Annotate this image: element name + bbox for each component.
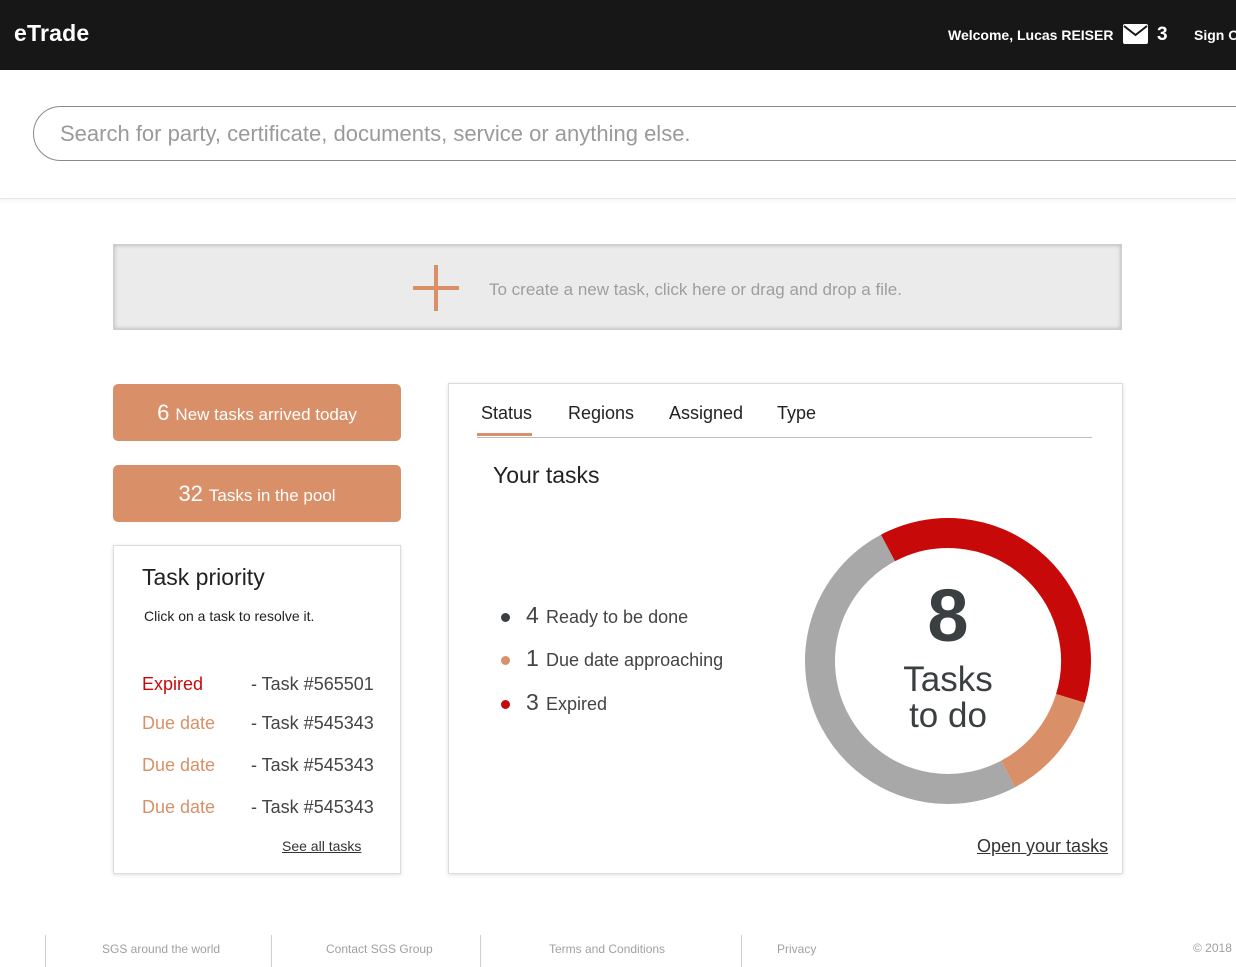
priority-row-due[interactable]: Due date - Task #545343 (142, 755, 392, 779)
tasks-in-pool-button[interactable]: 32 Tasks in the pool (113, 465, 401, 522)
tab-status[interactable]: Status (481, 403, 532, 424)
legend-label: Expired (546, 694, 608, 714)
pool-count: 32 (178, 481, 203, 506)
mail-icon[interactable] (1123, 24, 1148, 44)
task-priority-card: Task priority Click on a task to resolve… (113, 545, 401, 874)
new-task-dropzone[interactable]: To create a new task, click here or drag… (113, 244, 1122, 330)
tasks-status-panel: Status Regions Assigned Type Your tasks … (448, 383, 1123, 874)
see-all-tasks-link[interactable]: See all tasks (282, 838, 361, 854)
priority-row-label: Due date (142, 797, 216, 817)
priority-row-label: Due date (142, 713, 216, 733)
priority-row-task: - Task #565501 (251, 674, 374, 694)
legend-label: Ready to be done (546, 607, 689, 627)
task-priority-title: Task priority (142, 564, 265, 590)
tab-regions[interactable]: Regions (568, 403, 634, 424)
footer-link-privacy[interactable]: Privacy (777, 942, 816, 956)
legend-dot (501, 700, 510, 709)
top-bar: eTrade Welcome, Lucas REISER 3 Sign Out (0, 0, 1236, 70)
panel-tabs: Status Regions Assigned Type (477, 384, 1092, 438)
your-tasks-title: Your tasks (493, 462, 600, 488)
priority-row-expired[interactable]: Expired - Task #565501 (142, 674, 392, 698)
new-tasks-label: New tasks arrived today (175, 405, 357, 424)
sign-out-link[interactable]: Sign Out (1194, 27, 1236, 43)
footer-divider (271, 935, 272, 967)
legend-count: 1 (526, 645, 539, 671)
new-tasks-count: 6 (157, 400, 170, 425)
footer-link-terms[interactable]: Terms and Conditions (549, 942, 665, 956)
open-your-tasks-link[interactable]: Open your tasks (977, 836, 1108, 857)
active-tab-indicator (477, 433, 532, 436)
donut-total: 8 (927, 574, 969, 657)
legend-count: 3 (526, 689, 539, 715)
search-area (0, 70, 1236, 199)
legend-label: Due date approaching (546, 650, 724, 670)
footer-divider (741, 935, 742, 967)
footer-divider (45, 935, 46, 967)
legend-dot (501, 613, 510, 622)
priority-row-label: Due date (142, 755, 216, 775)
priority-row-due[interactable]: Due date - Task #545343 (142, 797, 392, 821)
priority-row-task: - Task #545343 (251, 755, 374, 775)
donut-label-line1: Tasks (903, 660, 993, 699)
donut-label: Tasks to do (803, 662, 1093, 734)
footer-link-sgs-world[interactable]: SGS around the world (102, 942, 220, 956)
brand-logo[interactable]: eTrade (14, 20, 89, 47)
priority-row-task: - Task #545343 (251, 713, 374, 733)
mail-count-badge[interactable]: 3 (1157, 24, 1168, 46)
priority-row-label: Expired (142, 674, 204, 694)
legend-count: 4 (526, 602, 539, 628)
task-priority-subtitle: Click on a task to resolve it. (144, 608, 315, 624)
donut-label-line2: to do (909, 696, 987, 735)
tab-type[interactable]: Type (777, 403, 816, 424)
pool-label: Tasks in the pool (208, 486, 336, 505)
footer-divider (480, 935, 481, 967)
copyright-text: © 2018 (1193, 941, 1232, 955)
priority-row-task: - Task #545343 (251, 797, 374, 817)
plus-icon (413, 265, 459, 311)
priority-row-due[interactable]: Due date - Task #545343 (142, 713, 392, 737)
tab-assigned[interactable]: Assigned (669, 403, 743, 424)
search-input[interactable] (33, 106, 1236, 161)
legend-dot (501, 656, 510, 665)
dropzone-text: To create a new task, click here or drag… (489, 280, 902, 299)
welcome-text: Welcome, Lucas REISER (948, 27, 1114, 43)
footer-link-contact[interactable]: Contact SGS Group (326, 942, 433, 956)
new-tasks-today-button[interactable]: 6 New tasks arrived today (113, 384, 401, 441)
